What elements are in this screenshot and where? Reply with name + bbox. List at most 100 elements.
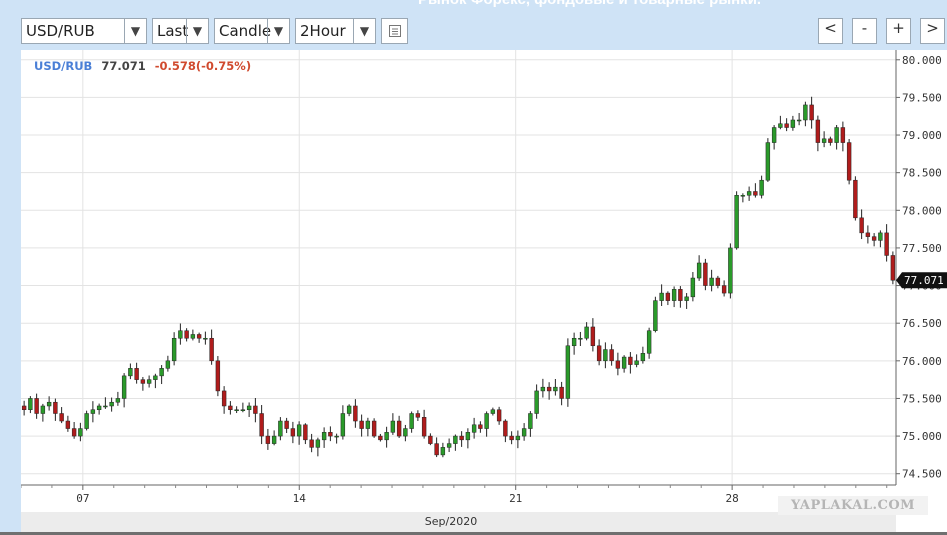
candle-body xyxy=(46,401,52,407)
candle-body xyxy=(590,326,596,347)
candle-body xyxy=(746,191,752,196)
candle-body xyxy=(878,232,883,241)
candle-body xyxy=(315,439,321,448)
candle-body xyxy=(796,119,802,122)
symbol-value: USD/RUB xyxy=(26,22,95,40)
chevron-down-icon[interactable]: ▼ xyxy=(267,19,289,43)
candle-body xyxy=(446,443,452,448)
calendar-button[interactable] xyxy=(381,18,408,44)
x-tick-label: 28 xyxy=(726,492,739,505)
candle-body xyxy=(846,142,852,181)
candle-body xyxy=(396,420,402,437)
quote-change: -0.578(-0.75%) xyxy=(155,59,251,73)
candle-body xyxy=(634,360,639,365)
candle-body xyxy=(21,405,27,410)
candle-body xyxy=(490,409,496,414)
candle-body xyxy=(303,424,308,441)
price-type-select[interactable]: Last ▼ xyxy=(152,18,209,44)
candle-body xyxy=(465,432,471,441)
candle-body xyxy=(778,123,783,128)
candle-body xyxy=(865,232,871,237)
candle-body xyxy=(328,432,333,437)
candle-body xyxy=(565,345,571,399)
candle-body xyxy=(859,217,864,234)
candle-body xyxy=(628,356,633,365)
chevron-down-icon[interactable]: ▼ xyxy=(353,19,375,43)
candle-body xyxy=(440,447,446,456)
y-tick-label: 75.500 xyxy=(902,392,942,405)
candle-body xyxy=(546,386,552,392)
candle-body xyxy=(728,247,733,294)
candle-body xyxy=(640,353,646,362)
y-tick-label: 75.000 xyxy=(902,430,942,443)
candle-body xyxy=(653,300,658,331)
candle-body xyxy=(196,334,202,339)
y-tick-label: 74.500 xyxy=(902,468,942,481)
watermark: YAPLAKAL.COM xyxy=(778,496,928,515)
price-chart[interactable]: 74.50075.00075.50076.00076.50077.00077.5… xyxy=(21,50,947,532)
candle-body xyxy=(128,368,133,377)
x-tick-label: 21 xyxy=(509,492,522,505)
candle-body xyxy=(53,401,58,414)
candle-body xyxy=(384,432,389,441)
candle-body xyxy=(771,127,777,143)
candle-body xyxy=(503,420,508,437)
candle-body xyxy=(321,432,327,441)
candle-body xyxy=(884,232,889,256)
chevron-down-icon[interactable]: ▼ xyxy=(124,19,146,43)
y-tick-label: 79.500 xyxy=(902,91,942,104)
zoom-out-button[interactable]: - xyxy=(852,18,877,44)
candle-body xyxy=(84,413,89,429)
candle-body xyxy=(603,349,608,362)
candle-body xyxy=(734,195,739,249)
candle-body xyxy=(646,330,652,354)
candle-body xyxy=(171,337,177,362)
x-tick-label: 07 xyxy=(76,492,89,505)
candle-body xyxy=(240,409,246,411)
candle-body xyxy=(409,413,414,429)
candle-body xyxy=(828,138,833,143)
scroll-left-button[interactable]: < xyxy=(818,18,843,44)
candle-body xyxy=(434,443,439,456)
candle-body xyxy=(521,428,527,437)
last-price-label: 77.071 xyxy=(904,274,944,287)
candle-body xyxy=(178,330,183,339)
candle-body xyxy=(496,409,502,422)
scroll-right-button[interactable]: > xyxy=(920,18,945,44)
candle-body xyxy=(365,420,371,429)
candle-body xyxy=(584,326,589,339)
candle-body xyxy=(834,127,839,143)
chevron-down-icon[interactable]: ▼ xyxy=(186,19,208,43)
candle-body xyxy=(96,405,102,410)
y-tick-label: 79.000 xyxy=(902,129,942,142)
candle-body xyxy=(271,435,277,444)
candle-body xyxy=(871,236,877,241)
candle-body xyxy=(59,413,64,422)
candle-body xyxy=(146,379,152,384)
candle-body xyxy=(153,375,158,380)
candle-body xyxy=(209,337,214,362)
candle-body xyxy=(484,413,489,429)
chart-style-select[interactable]: Candle ▼ xyxy=(214,18,290,44)
candle-body xyxy=(709,277,714,286)
y-tick-label: 78.500 xyxy=(902,167,942,180)
zoom-in-button[interactable]: + xyxy=(886,18,911,44)
interval-select[interactable]: 2Hour ▼ xyxy=(295,18,376,44)
toolbar: Рынок Форекс, фондовые и товарные рынки.… xyxy=(0,0,947,50)
candle-body xyxy=(309,439,314,448)
candle-body xyxy=(703,262,708,286)
candle-body xyxy=(65,420,71,429)
symbol-select[interactable]: USD/RUB ▼ xyxy=(21,18,147,44)
candle-body xyxy=(203,337,208,340)
candle-body xyxy=(221,390,227,407)
candle-body xyxy=(253,405,258,414)
page-heading: Рынок Форекс, фондовые и товарные рынки. xyxy=(418,0,761,8)
candle-body xyxy=(784,123,789,128)
candle-body xyxy=(296,424,302,437)
price-type-value: Last xyxy=(157,22,189,40)
candle-body xyxy=(715,277,721,286)
candle-body xyxy=(515,435,521,441)
candle-body xyxy=(228,405,233,410)
candle-body xyxy=(840,127,846,143)
last-price-tag: 77.071 xyxy=(896,272,947,289)
